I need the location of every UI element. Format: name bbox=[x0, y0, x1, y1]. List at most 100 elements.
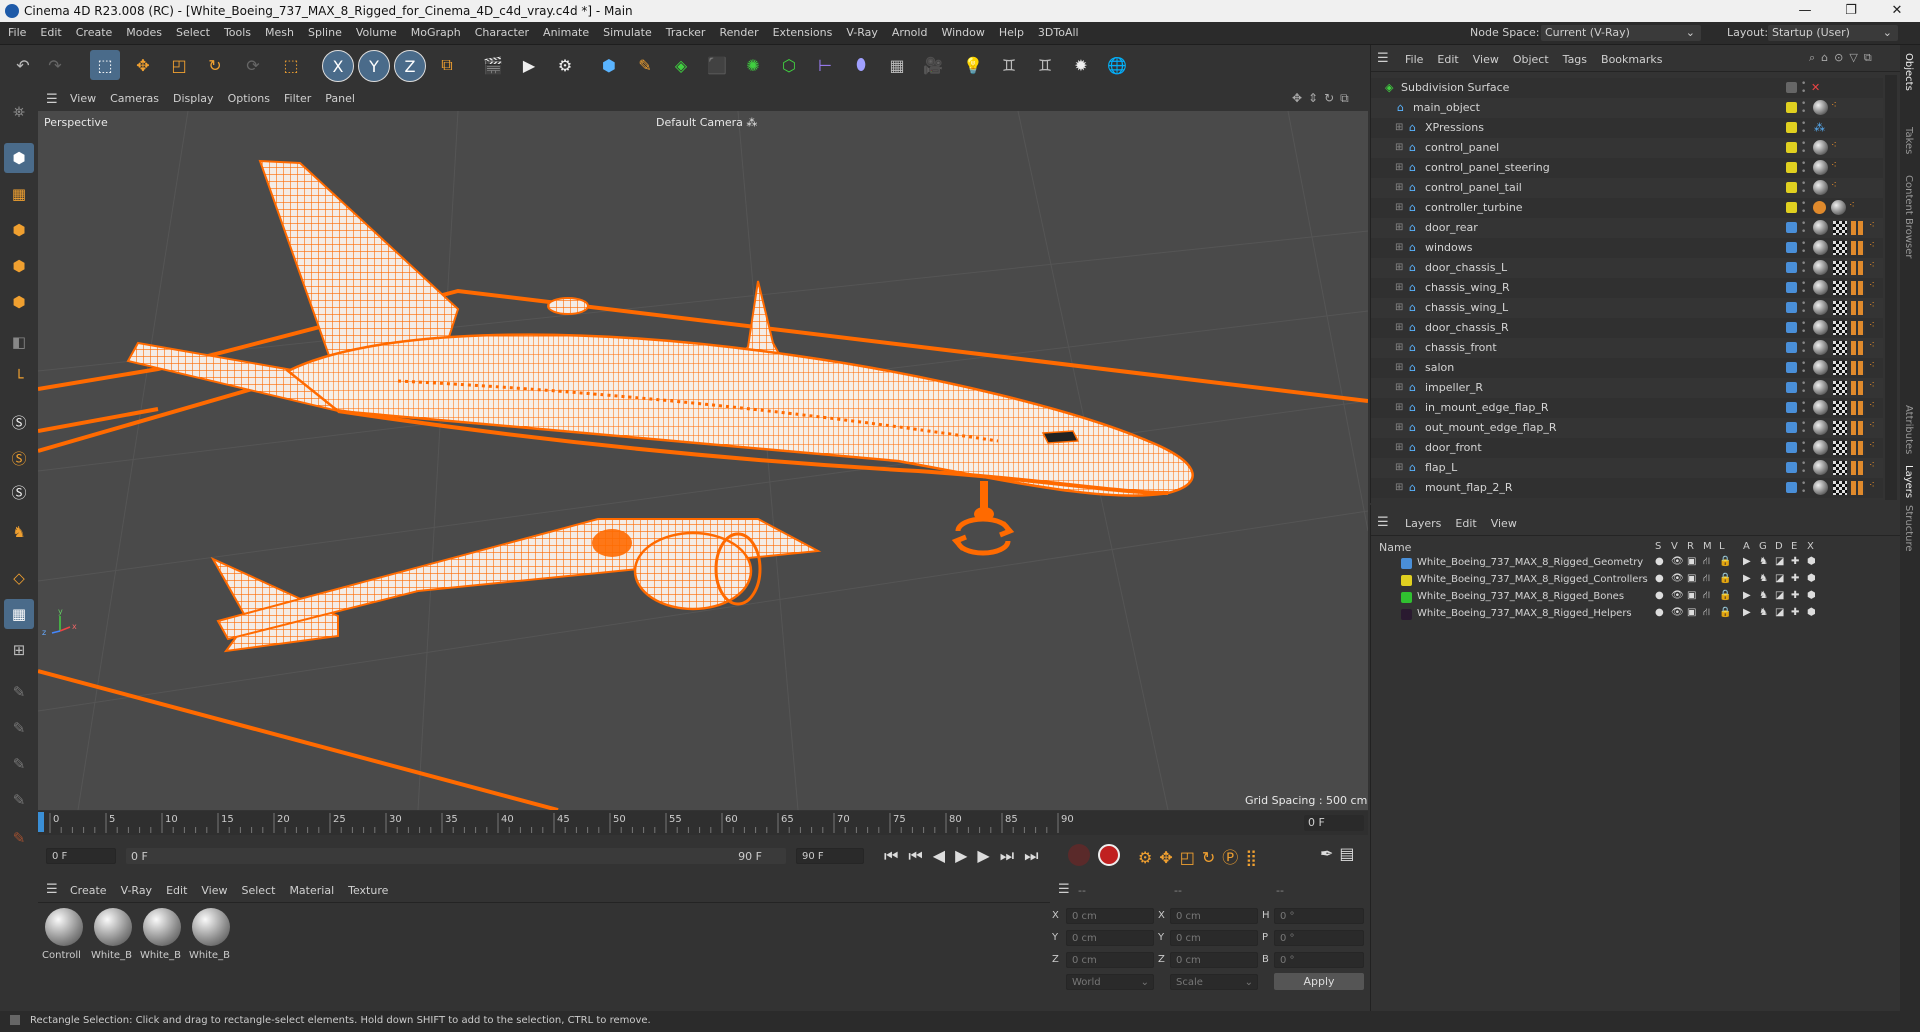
texture-tag-icon[interactable] bbox=[1833, 241, 1847, 255]
visibility-dots-icon[interactable]: • • bbox=[1801, 480, 1806, 497]
redo-icon[interactable]: ↷ bbox=[40, 50, 70, 80]
material-menu-material[interactable]: Material bbox=[289, 884, 334, 897]
visibility-dots-icon[interactable]: • • bbox=[1801, 440, 1806, 457]
material-tag-icon[interactable] bbox=[1813, 460, 1828, 475]
pen-spline-icon[interactable]: ✎ bbox=[630, 50, 660, 80]
side-tab-content-browser[interactable]: Content Browser bbox=[1903, 175, 1914, 258]
menu-tools[interactable]: Tools bbox=[224, 26, 251, 39]
workplane-icon[interactable]: ◇ bbox=[4, 563, 34, 593]
material-tag-icon[interactable] bbox=[1813, 280, 1828, 295]
layer-column-header[interactable]: M bbox=[1703, 541, 1712, 552]
select-tool-icon[interactable]: ⬚ bbox=[90, 50, 120, 80]
layer-toggle-icon[interactable]: ⛙ bbox=[1703, 556, 1710, 569]
material-tag-icon[interactable] bbox=[1813, 140, 1828, 155]
menu-modes[interactable]: Modes bbox=[126, 26, 162, 39]
layer-toggle-icon[interactable]: ● bbox=[1655, 607, 1664, 618]
apply-button[interactable]: Apply bbox=[1274, 973, 1364, 990]
layer-toggle-icon[interactable]: ♞ bbox=[1759, 590, 1768, 601]
object-row[interactable]: ⊞ ⌂ chassis_wing_L • • ⁖ bbox=[1371, 298, 1883, 318]
playhead[interactable] bbox=[38, 812, 44, 832]
minimize-button[interactable]: — bbox=[1782, 0, 1828, 22]
paint-icon[interactable]: ✎ bbox=[4, 713, 34, 743]
world-select[interactable]: World ⌄ bbox=[1066, 974, 1154, 990]
visibility-dots-icon[interactable]: • • bbox=[1801, 200, 1806, 217]
layers-menu-icon[interactable]: ☰ bbox=[1377, 515, 1389, 530]
visibility-dots-icon[interactable]: • • bbox=[1801, 140, 1806, 157]
coord-rotation-field[interactable]: 0 ° bbox=[1274, 930, 1364, 946]
polygons-mode-icon[interactable]: ⬢ bbox=[4, 287, 34, 317]
render-region-icon[interactable]: 🎬 bbox=[478, 50, 508, 80]
material-menu-select[interactable]: Select bbox=[242, 884, 276, 897]
layer-toggle-icon[interactable]: ⬢ bbox=[1807, 607, 1816, 618]
material-tag-icon[interactable] bbox=[1813, 420, 1828, 435]
layer-color-swatch[interactable] bbox=[1786, 102, 1797, 113]
layer-color-swatch[interactable] bbox=[1786, 362, 1797, 373]
material-tag-icon[interactable] bbox=[1813, 260, 1828, 275]
object-row[interactable]: ⊞ ⌂ controller_turbine • • ⁖ bbox=[1371, 198, 1883, 218]
layer-color-swatch[interactable] bbox=[1786, 322, 1797, 333]
menu-character[interactable]: Character bbox=[475, 26, 529, 39]
uvw-tag-icon[interactable] bbox=[1851, 241, 1865, 255]
material-tag-icon[interactable] bbox=[1813, 360, 1828, 375]
menu-spline[interactable]: Spline bbox=[308, 26, 342, 39]
material-menu-v-ray[interactable]: V-Ray bbox=[121, 884, 153, 897]
objects-menu-edit[interactable]: Edit bbox=[1437, 53, 1458, 66]
layer-toggle-icon[interactable]: ◪ bbox=[1775, 556, 1784, 567]
layer-toggle-icon[interactable]: ● bbox=[1655, 573, 1664, 584]
menu-edit[interactable]: Edit bbox=[40, 26, 61, 39]
expand-toggle-icon[interactable]: ⊞ bbox=[1395, 382, 1403, 393]
field-icon[interactable]: ⬮ bbox=[846, 50, 876, 80]
selection-tag-icon[interactable]: ⁖ bbox=[1869, 380, 1875, 391]
layer-toggle-icon[interactable]: ▣ bbox=[1687, 607, 1696, 618]
texture-tag-icon[interactable] bbox=[1833, 481, 1847, 495]
visibility-dots-icon[interactable]: • • bbox=[1801, 220, 1806, 237]
visibility-dots-icon[interactable]: • • bbox=[1801, 300, 1806, 317]
coord-position-field[interactable]: 0 cm bbox=[1066, 952, 1154, 968]
uvw-tag-icon[interactable] bbox=[1851, 441, 1865, 455]
visibility-dots-icon[interactable]: • • bbox=[1801, 460, 1806, 477]
material-swatch[interactable]: White_B bbox=[140, 908, 184, 968]
selection-tag-icon[interactable]: ⁖ bbox=[1869, 220, 1875, 231]
material-tag-icon[interactable] bbox=[1813, 100, 1828, 115]
expand-toggle-icon[interactable]: ⊞ bbox=[1395, 222, 1403, 233]
objects-scrollbar[interactable] bbox=[1885, 75, 1897, 500]
viewport-menu-panel[interactable]: Panel bbox=[325, 92, 355, 105]
layer-toggle-icon[interactable]: 👁 bbox=[1671, 556, 1684, 567]
object-row[interactable]: ⊞ ⌂ door_front • • ⁖ bbox=[1371, 438, 1883, 458]
layer-toggle-icon[interactable]: 🔒 bbox=[1719, 573, 1731, 584]
uvw-tag-icon[interactable] bbox=[1851, 301, 1865, 315]
uvw-tag-icon[interactable] bbox=[1851, 481, 1865, 495]
texture-tag-icon[interactable] bbox=[1833, 261, 1847, 275]
uvw-tag-icon[interactable] bbox=[1851, 461, 1865, 475]
layer-color-swatch[interactable] bbox=[1786, 222, 1797, 233]
material-swatch[interactable]: White_B bbox=[91, 908, 135, 968]
end-frame-field[interactable]: 90 F bbox=[796, 848, 864, 864]
layer-color-swatch[interactable] bbox=[1786, 202, 1797, 213]
objects-menu-bookmarks[interactable]: Bookmarks bbox=[1601, 53, 1662, 66]
vray-settings-icon[interactable]: ✹ bbox=[1066, 50, 1096, 80]
layer-color-swatch[interactable] bbox=[1786, 422, 1797, 433]
visibility-dots-icon[interactable]: • • bbox=[1801, 360, 1806, 377]
material-swatch[interactable]: White_B bbox=[189, 908, 233, 968]
layer-column-header[interactable]: X bbox=[1807, 541, 1814, 552]
coords-menu-icon[interactable]: ☰ bbox=[1058, 882, 1070, 897]
object-row[interactable]: ⊞ ⌂ control_panel • • ⁖ bbox=[1371, 138, 1883, 158]
array-icon[interactable]: ✺ bbox=[738, 50, 768, 80]
layer-toggle-icon[interactable]: ▣ bbox=[1687, 556, 1696, 567]
expand-toggle-icon[interactable]: ⊞ bbox=[1395, 362, 1403, 373]
texture-tag-icon[interactable] bbox=[1833, 341, 1847, 355]
layout-select[interactable]: Startup (User) ⌄ bbox=[1768, 25, 1898, 41]
material-tag-icon[interactable] bbox=[1813, 320, 1828, 335]
texture-tag-icon[interactable] bbox=[1833, 441, 1847, 455]
layer-color-swatch[interactable] bbox=[1786, 302, 1797, 313]
subdivision-icon[interactable]: ◈ bbox=[666, 50, 696, 80]
selection-tag-icon[interactable]: ⁖ bbox=[1869, 460, 1875, 471]
texture-tag-icon[interactable] bbox=[1833, 381, 1847, 395]
uvw-tag-icon[interactable] bbox=[1851, 381, 1865, 395]
expand-toggle-icon[interactable]: ⊞ bbox=[1395, 162, 1403, 173]
uvw-tag-icon[interactable] bbox=[1851, 401, 1865, 415]
cube-object-icon[interactable]: ⬢ bbox=[594, 50, 624, 80]
selection-tag-icon[interactable]: ⁖ bbox=[1869, 300, 1875, 311]
object-row[interactable]: ⊞ ⌂ out_mount_edge_flap_R • • ⁖ bbox=[1371, 418, 1883, 438]
expand-toggle-icon[interactable]: ⊞ bbox=[1395, 342, 1403, 353]
